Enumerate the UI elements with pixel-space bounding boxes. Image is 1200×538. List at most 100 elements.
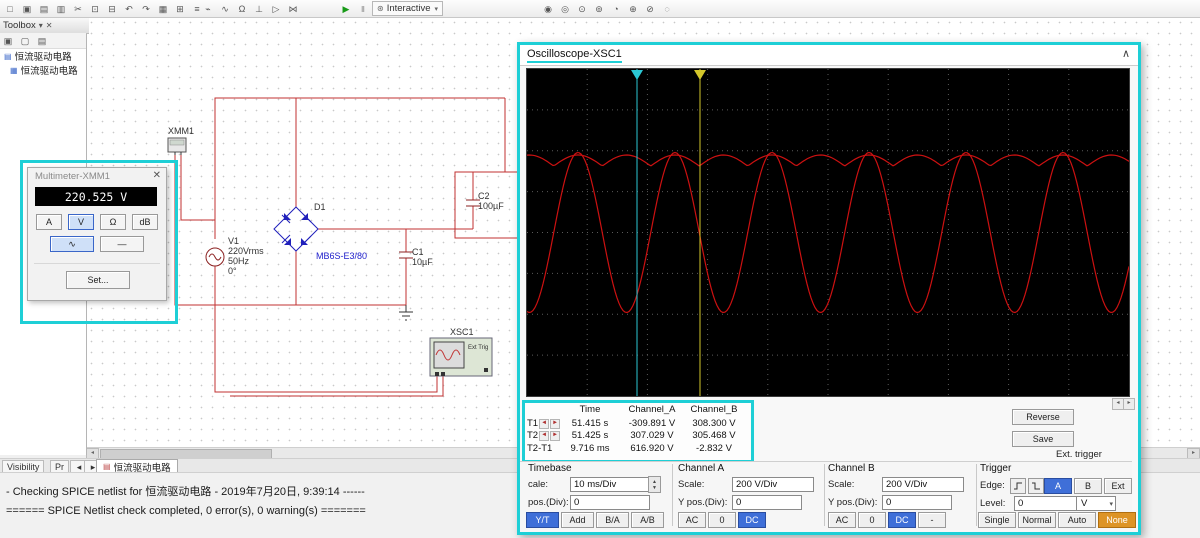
cursor-right-icon[interactable]: ► — [550, 431, 561, 442]
trigger-level-input[interactable]: 0 — [1014, 496, 1078, 511]
c2-ref[interactable]: C2 — [478, 191, 490, 201]
interactive-dropdown[interactable]: ⊛ Interactive ▾ — [372, 1, 444, 16]
multimeter-mode-button[interactable]: A — [36, 214, 62, 230]
trigger-source-button[interactable]: Ext — [1104, 478, 1132, 494]
close-icon[interactable]: ✕ — [46, 21, 53, 30]
toolbar-icon[interactable]: ∿ — [217, 1, 233, 17]
toolbar-icon[interactable]: ⊘ — [642, 1, 658, 17]
timebase-mode-button[interactable]: B/A — [596, 512, 629, 528]
run-icon[interactable]: ▶ — [338, 1, 354, 17]
falling-edge-button[interactable] — [1028, 478, 1044, 494]
c1-ref[interactable]: C1 — [412, 247, 424, 257]
v1-ref[interactable]: V1 — [228, 236, 239, 246]
chevron-down-icon: ▾ — [434, 5, 439, 13]
trigger-level-label: Level: — [980, 498, 1006, 509]
channel-a-coupling-button[interactable]: AC — [678, 512, 706, 528]
trigger-mode-button[interactable]: Single — [978, 512, 1016, 528]
toolbar-icon[interactable]: ⊚ — [591, 1, 607, 17]
toolbar-icon[interactable]: ◔ — [608, 1, 624, 17]
cursor-left-icon[interactable]: ◄ — [539, 431, 550, 442]
toolbar-icon[interactable]: ▥ — [53, 1, 69, 17]
channel-b-coupling-button[interactable]: - — [918, 512, 946, 528]
ext-trigger-label[interactable]: Ext. trigger — [1056, 449, 1102, 460]
toolbar-icon[interactable]: ▷ — [268, 1, 284, 17]
timebase-xpos-input[interactable]: 0 — [570, 495, 650, 510]
toolbar-icon[interactable]: ↶ — [121, 1, 137, 17]
channel-a-coupling-button[interactable]: 0 — [708, 512, 736, 528]
toolbar-icon[interactable]: ⊕ — [625, 1, 641, 17]
toolbar-icon[interactable]: ⊡ — [87, 1, 103, 17]
multimeter-signal-button[interactable]: ∿ — [50, 236, 94, 252]
toolbar-icon[interactable]: □ — [2, 1, 18, 17]
readout-corner — [525, 404, 561, 417]
oscilloscope-titlebar[interactable]: Oscilloscope-XSC1 ∧ — [520, 45, 1138, 66]
toolbox-title: Toolbox — [3, 19, 36, 31]
spinner-down-icon[interactable]: ▼ — [652, 485, 657, 491]
cursor-left-icon[interactable]: ◄ — [539, 418, 550, 429]
toolbar-icon[interactable]: Ω — [234, 1, 250, 17]
multimeter-mode-button[interactable]: dB — [132, 214, 158, 230]
timebase-mode-button[interactable]: Add — [561, 512, 594, 528]
timebase-scale-spinner[interactable]: ▲ ▼ — [648, 476, 661, 493]
timebase-scale-input[interactable]: 10 ms/Div — [570, 477, 650, 492]
collapse-icon[interactable]: ∧ — [1122, 47, 1130, 60]
toolbar-icon[interactable]: ⋈ — [285, 1, 301, 17]
xsc1-label[interactable]: XSC1 — [450, 327, 474, 337]
trigger-source-button[interactable]: A — [1044, 478, 1072, 494]
channel-b-scale-input[interactable]: 200 V/Div — [882, 477, 964, 492]
toolbar-icon[interactable]: ▣ — [19, 1, 35, 17]
toolbar-icon[interactable]: ▤ — [36, 1, 52, 17]
reverse-button[interactable]: Reverse — [1012, 409, 1074, 425]
toolbar-icon[interactable]: ⊙ — [574, 1, 590, 17]
toolbar-icon[interactable]: ▢ — [17, 33, 33, 49]
channel-a-scale-input[interactable]: 200 V/Div — [732, 477, 814, 492]
multimeter-signal-buttons: ∿ — — [28, 236, 166, 252]
toolbox-tree-item[interactable]: ▤ 恒流驱动电路 — [0, 49, 86, 64]
trigger-mode-button[interactable]: Normal — [1018, 512, 1056, 528]
rising-edge-button[interactable] — [1010, 478, 1026, 494]
multimeter-signal-button[interactable]: — — [100, 236, 144, 252]
toolbar-icon[interactable]: ◎ — [557, 1, 573, 17]
pause-icon[interactable]: Ⅱ — [355, 1, 371, 17]
oscilloscope-screen[interactable] — [526, 68, 1130, 397]
oscilloscope-controls: Timebase cale: 10 ms/Div ▲ ▼ pos.(Div): 0… — [520, 461, 1136, 530]
trigger-mode-buttons: Single Normal Auto None — [978, 512, 1138, 528]
toolbar-icon[interactable]: ▣ — [0, 33, 16, 49]
toolbar-icon[interactable]: ⌁ — [200, 1, 216, 17]
toolbar-icon[interactable]: ⊟ — [104, 1, 120, 17]
multimeter-mode-button[interactable]: Ω — [100, 214, 126, 230]
sheet-tab[interactable]: ▤ 恒流驱动电路 — [96, 459, 178, 474]
chevron-down-icon[interactable]: ▾ — [39, 21, 43, 30]
cursor-right-icon[interactable]: ► — [550, 418, 561, 429]
multimeter-mode-button[interactable]: V — [68, 214, 94, 230]
toolbar-icon[interactable]: ◉ — [540, 1, 556, 17]
trace-scroll-right-icon[interactable]: ▸ — [1123, 398, 1135, 410]
toolbar-icon[interactable]: ◌ — [659, 1, 675, 17]
timebase-mode-button[interactable]: Y/T — [526, 512, 559, 528]
toolbar-icon[interactable]: ↷ — [138, 1, 154, 17]
channel-b-coupling-button[interactable]: 0 — [858, 512, 886, 528]
channel-b-ypos-input[interactable]: 0 — [882, 495, 952, 510]
trigger-mode-button[interactable]: Auto — [1058, 512, 1096, 528]
d1-part[interactable]: MB6S-E3/80 — [316, 251, 367, 261]
toolbar-icon[interactable]: ⊥ — [251, 1, 267, 17]
trigger-unit-select[interactable]: V ▾ — [1076, 496, 1116, 511]
multimeter-set-button[interactable]: Set... — [66, 271, 130, 289]
xmm1-label[interactable]: XMM1 — [168, 126, 194, 136]
channel-a-ypos-input[interactable]: 0 — [732, 495, 802, 510]
close-icon[interactable]: ✕ — [153, 170, 161, 181]
channel-b-coupling-button[interactable]: AC — [828, 512, 856, 528]
timebase-mode-button[interactable]: A/B — [631, 512, 664, 528]
d1-ref[interactable]: D1 — [314, 202, 326, 212]
toolbar-icon[interactable]: ⊞ — [172, 1, 188, 17]
toolbox-tree-item[interactable]: ▦ 恒流驱动电路 — [0, 63, 86, 78]
toolbar-icon[interactable]: ✂ — [70, 1, 86, 17]
channel-a-coupling-button[interactable]: DC — [738, 512, 766, 528]
toolbar-icon[interactable]: ▤ — [34, 33, 50, 49]
toolbar-icon[interactable]: ▦ — [155, 1, 171, 17]
trigger-mode-button[interactable]: None — [1098, 512, 1136, 528]
save-button[interactable]: Save — [1012, 431, 1074, 447]
channel-b-scale-label: Scale: — [828, 479, 855, 490]
channel-b-coupling-button[interactable]: DC — [888, 512, 916, 528]
trigger-source-button[interactable]: B — [1074, 478, 1102, 494]
